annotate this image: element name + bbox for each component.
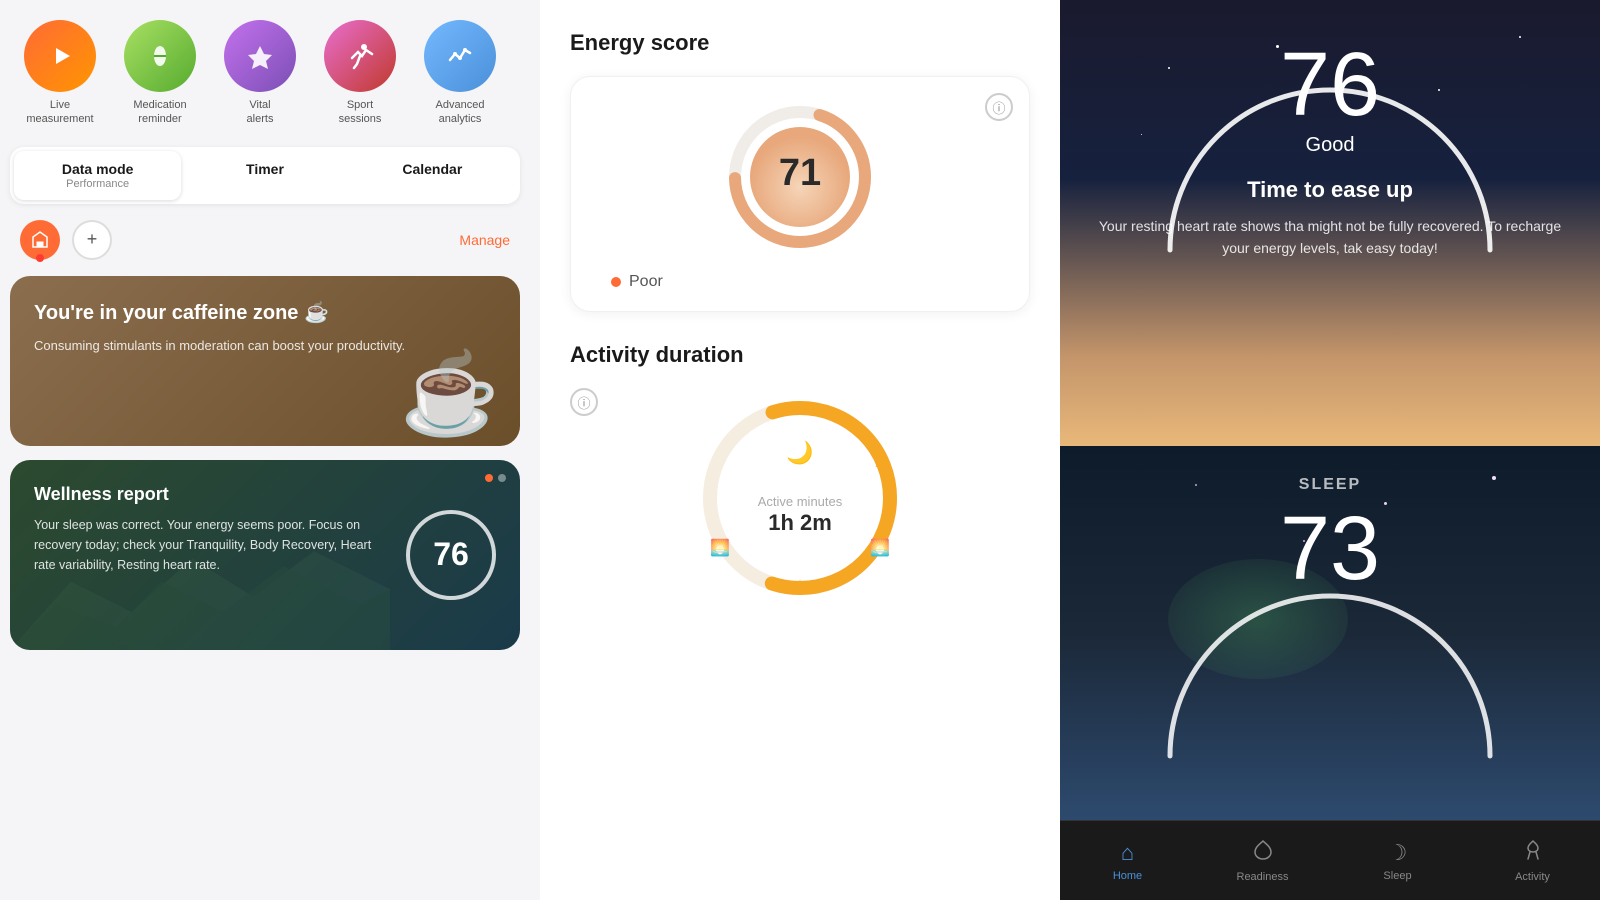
icon-item-sport[interactable]: Sportsessions <box>315 20 405 127</box>
readiness-subtitle: Time to ease up <box>1247 177 1413 203</box>
add-icon: + <box>87 229 98 250</box>
sleep-score: 73 <box>1280 504 1380 594</box>
coffee-cup-icon: ☕ <box>400 347 500 441</box>
feature-icon-row: Livemeasurement Medication reminder Vita… <box>10 20 520 127</box>
bottom-nav: ⌂ Home Readiness ☽ Sleep Activity <box>1060 820 1600 900</box>
activity-gauge-container: 🌙 🌅 🌅 ☀ Active minutes 1h 2m <box>570 388 1030 608</box>
wellness-content: Wellness report Your sleep was correct. … <box>34 484 396 626</box>
energy-quality-label: Poor <box>629 273 663 291</box>
wellness-title: Wellness report <box>34 484 396 505</box>
activity-nav-label: Activity <box>1515 871 1550 883</box>
nav-sleep[interactable]: ☽ Sleep <box>1330 840 1465 882</box>
energy-gauge-container: 71 <box>601 97 999 257</box>
energy-card: ⓘ 71 <box>570 76 1030 312</box>
live-icon[interactable] <box>24 20 96 92</box>
wellness-card: Wellness report Your sleep was correct. … <box>10 460 520 650</box>
wellness-score-badge: 76 <box>406 510 496 600</box>
analytics-icon[interactable] <box>424 20 496 92</box>
energy-info-button[interactable]: ⓘ <box>985 93 1013 121</box>
sleep-overlay: SLEEP 73 <box>1060 446 1600 820</box>
manage-link[interactable]: Manage <box>459 232 510 248</box>
svg-text:🌅: 🌅 <box>870 538 890 557</box>
analytics-label: Advanced analytics <box>415 98 505 127</box>
middle-panel: Energy score ⓘ <box>540 0 1060 900</box>
sport-label: Sportsessions <box>339 98 382 127</box>
sleep-title: SLEEP <box>1299 476 1361 494</box>
energy-legend: Poor <box>601 273 999 291</box>
nav-home[interactable]: ⌂ Home <box>1060 840 1195 882</box>
home-icon: ⌂ <box>1121 840 1134 866</box>
readiness-icon <box>1252 839 1274 867</box>
tab-calendar-title: Calendar <box>354 161 511 177</box>
readiness-description: Your resting heart rate shows tha might … <box>1060 215 1600 260</box>
sleep-nav-label: Sleep <box>1383 870 1411 882</box>
readiness-quality: Good <box>1306 134 1355 157</box>
svg-text:🌅: 🌅 <box>710 538 730 557</box>
vital-icon[interactable] <box>224 20 296 92</box>
tab-data-mode-sub: Performance <box>19 178 176 190</box>
caffeine-card: You're in your caffeine zone ☕ Consuming… <box>10 276 520 446</box>
sport-icon[interactable] <box>324 20 396 92</box>
tab-data-mode-title: Data mode <box>19 161 176 177</box>
icon-item-live[interactable]: Livemeasurement <box>15 20 105 127</box>
right-panel: 76 Good Time to ease up Your resting hea… <box>1060 0 1600 900</box>
svg-text:☀: ☀ <box>792 577 808 597</box>
readiness-label: Readiness <box>1237 871 1289 883</box>
vital-label: Vitalalerts <box>247 98 274 127</box>
live-label: Livemeasurement <box>26 98 93 127</box>
left-panel: Livemeasurement Medication reminder Vita… <box>0 0 540 900</box>
energy-gauge: 71 <box>720 97 880 257</box>
icon-item-analytics[interactable]: Advanced analytics <box>415 20 505 127</box>
sleep-section: SLEEP 73 <box>1060 446 1600 820</box>
svg-text:Active minutes: Active minutes <box>758 494 843 509</box>
caffeine-desc: Consuming stimulants in moderation can b… <box>34 336 496 356</box>
medication-label: Medication reminder <box>115 98 205 127</box>
poor-indicator-dot <box>611 277 621 287</box>
nav-readiness[interactable]: Readiness <box>1195 839 1330 883</box>
svg-text:1h 2m: 1h 2m <box>768 510 832 535</box>
notification-dot <box>36 254 44 262</box>
activity-section: ⓘ 🌙 🌅 🌅 ☀ Active mi <box>570 388 1030 608</box>
medication-icon[interactable] <box>124 20 196 92</box>
wellness-desc: Your sleep was correct. Your energy seem… <box>34 515 396 575</box>
caffeine-title: You're in your caffeine zone ☕ <box>34 300 496 326</box>
caffeine-content: You're in your caffeine zone ☕ Consuming… <box>34 300 496 356</box>
notification-button[interactable] <box>20 220 60 260</box>
home-label: Home <box>1113 870 1142 882</box>
tab-timer[interactable]: Timer <box>181 151 348 200</box>
icon-item-medication[interactable]: Medication reminder <box>115 20 205 127</box>
dot-active <box>485 474 493 482</box>
svg-text:🌙: 🌙 <box>786 440 813 466</box>
dot-inactive <box>498 474 506 482</box>
readiness-overlay: 76 Good Time to ease up Your resting hea… <box>1060 0 1600 446</box>
add-button[interactable]: + <box>72 220 112 260</box>
action-row: + Manage <box>10 220 520 260</box>
icon-item-vital[interactable]: Vitalalerts <box>215 20 305 127</box>
sleep-nav-icon: ☽ <box>1388 840 1408 866</box>
activity-section-title: Activity duration <box>570 342 1030 368</box>
activity-icon <box>1522 839 1544 867</box>
energy-section-title: Energy score <box>570 30 1030 56</box>
wellness-pagination <box>485 474 506 482</box>
tab-data-mode[interactable]: Data mode Performance <box>14 151 181 200</box>
svg-text:71: 71 <box>779 152 821 194</box>
mode-tab-bar: Data mode Performance Timer Calendar <box>10 147 520 204</box>
activity-gauge-svg: 🌙 🌅 🌅 ☀ Active minutes 1h 2m <box>690 388 910 608</box>
nav-activity[interactable]: Activity <box>1465 839 1600 883</box>
tab-timer-title: Timer <box>186 161 343 177</box>
readiness-score: 76 <box>1280 40 1380 130</box>
readiness-section: 76 Good Time to ease up Your resting hea… <box>1060 0 1600 446</box>
tab-calendar[interactable]: Calendar <box>349 151 516 200</box>
